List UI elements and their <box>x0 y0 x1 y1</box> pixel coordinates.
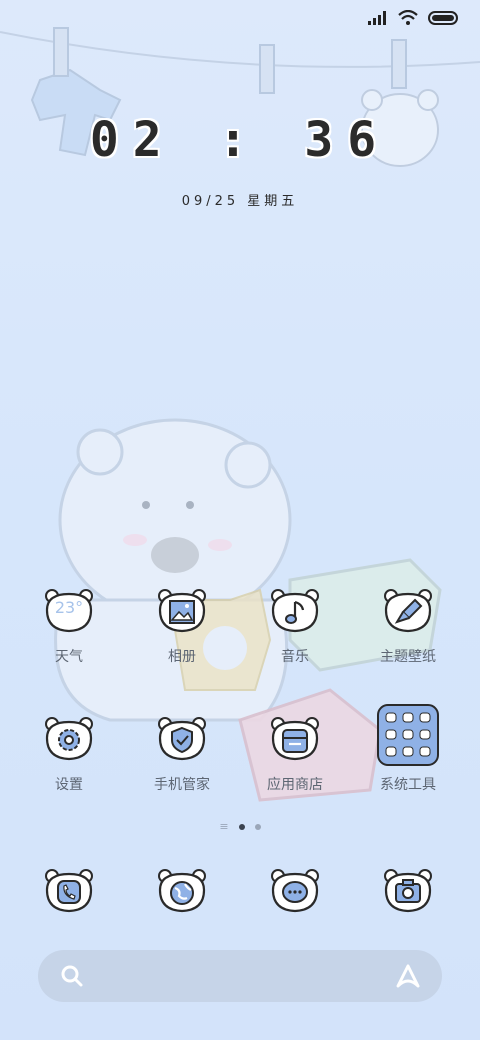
phone-icon <box>44 868 94 914</box>
weather-temp: 23° <box>54 598 84 617</box>
app-gallery[interactable]: 相册 <box>127 588 237 666</box>
folder-icon <box>377 704 439 766</box>
assistant-icon[interactable] <box>394 962 422 990</box>
dock-phone[interactable] <box>14 868 124 914</box>
app-store[interactable]: 应用商店 <box>240 716 350 794</box>
page-dot-current <box>238 824 245 830</box>
app-label-themes: 主题壁纸 <box>380 649 436 665</box>
page-dot <box>254 824 261 830</box>
app-label-tools: 系统工具 <box>380 777 436 793</box>
dock-camera[interactable] <box>353 868 463 914</box>
clock-time[interactable]: 02 : 36 <box>0 112 480 168</box>
search-bar[interactable] <box>38 950 442 1002</box>
app-label-security: 手机管家 <box>154 777 210 793</box>
globe-icon <box>157 868 207 914</box>
camera-icon <box>383 868 433 914</box>
chat-bubble-icon <box>270 868 320 914</box>
app-tools-folder[interactable]: 系统工具 <box>353 704 463 794</box>
weather-icon: 23° <box>44 588 94 634</box>
search-icon[interactable] <box>60 964 84 988</box>
battery-icon <box>428 11 458 25</box>
music-note-icon <box>270 588 320 634</box>
app-music[interactable]: 音乐 <box>240 588 350 666</box>
wifi-icon <box>398 10 418 25</box>
page-indicator[interactable]: ≡ <box>0 820 480 833</box>
app-label-settings: 设置 <box>55 777 83 793</box>
app-themes[interactable]: 主题壁纸 <box>353 588 463 666</box>
store-icon <box>270 716 320 762</box>
menu-lines-icon: ≡ <box>219 820 229 833</box>
app-label-gallery: 相册 <box>168 649 196 665</box>
signal-icon <box>368 11 386 25</box>
app-security[interactable]: 手机管家 <box>127 716 237 794</box>
app-weather[interactable]: 23° 天气 <box>14 588 124 666</box>
clock-date[interactable]: 09/25 星期五 <box>0 190 480 209</box>
dock-messages[interactable] <box>240 868 350 914</box>
app-label-weather: 天气 <box>55 649 83 665</box>
gear-icon <box>44 716 94 762</box>
app-settings[interactable]: 设置 <box>14 716 124 794</box>
status-bar <box>368 10 460 26</box>
dock-browser[interactable] <box>127 868 237 914</box>
app-label-music: 音乐 <box>281 649 309 665</box>
paint-brush-icon <box>383 588 433 634</box>
gallery-icon <box>157 588 207 634</box>
shield-check-icon <box>157 716 207 762</box>
app-label-store: 应用商店 <box>267 777 323 793</box>
